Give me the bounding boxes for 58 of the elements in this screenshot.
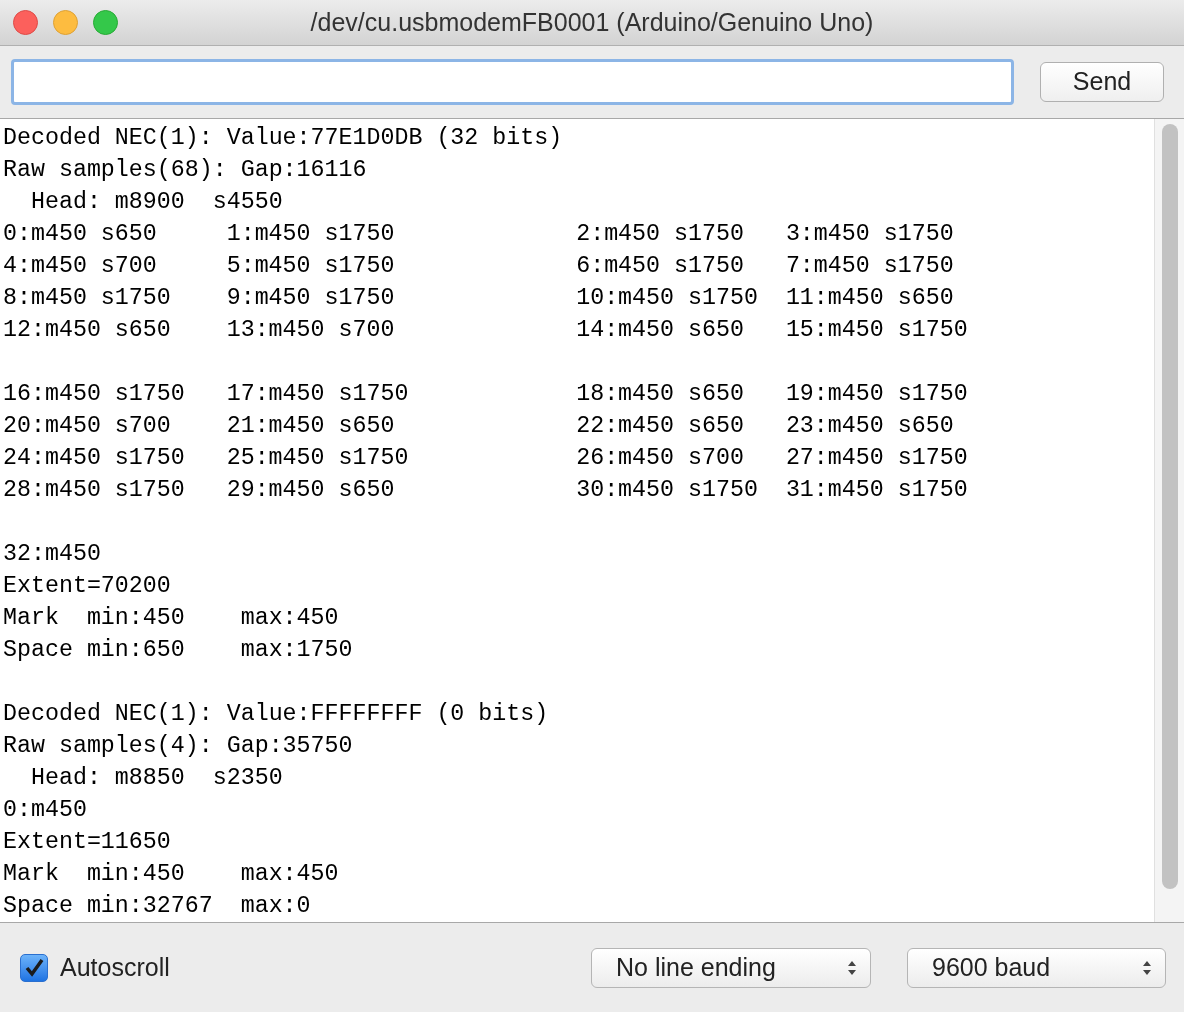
sample-value: 21:m450 s650	[226, 413, 395, 439]
output-line: Decoded NEC(1): Value:77E1D0DB (32 bits)	[3, 124, 563, 153]
sample-value: 11:m450 s650	[785, 285, 954, 311]
output-line: Space min:32767 max:0	[3, 892, 311, 921]
sample-value: 3:m450 s1750	[785, 221, 954, 247]
sample-value: 24:m450 s1750	[3, 445, 185, 471]
zoom-icon[interactable]	[93, 10, 118, 35]
sample-value: 9:m450 s1750	[226, 285, 395, 311]
sample-value: 7:m450 s1750	[785, 253, 954, 279]
checkmark-icon	[23, 956, 45, 979]
sample-value: 16:m450 s1750	[3, 381, 185, 407]
sample-value: 29:m450 s650	[226, 477, 395, 503]
sample-value: 18:m450 s650	[576, 381, 744, 407]
sample-value: 5:m450 s1750	[226, 253, 395, 279]
input-field[interactable]	[11, 59, 1014, 105]
send-button[interactable]: Send	[1040, 62, 1164, 102]
autoscroll-checkbox[interactable]	[20, 953, 48, 982]
autoscroll-label: Autoscroll	[60, 951, 170, 983]
sample-value: 14:m450 s650	[576, 317, 744, 343]
output-line: Head: m8900 s4550	[29, 188, 283, 217]
sample-value: 0:m450 s650	[3, 221, 157, 247]
baud-rate-dropdown[interactable]: 9600 baud	[907, 947, 1166, 988]
line-ending-dropdown[interactable]: No line ending	[591, 947, 871, 988]
output-line: 32:m450	[3, 540, 101, 569]
output-line: Extent=11650	[3, 828, 171, 857]
close-icon[interactable]	[13, 10, 38, 35]
sample-value: 10:m450 s1750	[576, 285, 758, 311]
minimize-icon[interactable]	[53, 10, 78, 35]
sample-value: 1:m450 s1750	[226, 221, 395, 247]
output-line: Mark min:450 max:450	[3, 604, 339, 633]
sample-value: 6:m450 s1750	[576, 253, 744, 279]
sample-value: 23:m450 s650	[785, 413, 954, 439]
output-line: Space min:650 max:1750	[3, 636, 353, 665]
output-line: Extent=70200	[3, 572, 171, 601]
sample-value: 2:m450 s1750	[576, 221, 744, 247]
output-line: Raw samples(68): Gap:16116	[3, 156, 367, 185]
sample-value: 30:m450 s1750	[576, 477, 758, 503]
sample-value: 15:m450 s1750	[785, 317, 968, 343]
scrollbar-thumb[interactable]	[1161, 124, 1178, 889]
sample-value: 25:m450 s1750	[226, 445, 409, 471]
sample-value: 12:m450 s650	[3, 317, 171, 343]
sample-value: 19:m450 s1750	[785, 381, 968, 407]
output-line: Head: m8850 s2350	[29, 764, 283, 793]
sample-value: 28:m450 s1750	[3, 477, 185, 503]
output-line: Mark min:450 max:450	[3, 860, 339, 889]
window-title: /dev/cu.usbmodemFB0001 (Arduino/Genuino Uno)	[310, 6, 874, 38]
sample-value: 4:m450 s700	[3, 253, 157, 279]
output-line: 0:m450	[3, 796, 87, 825]
sample-value: 22:m450 s650	[576, 413, 744, 439]
sample-value: 13:m450 s700	[226, 317, 395, 343]
output-line: Raw samples(4): Gap:35750	[3, 732, 353, 761]
sample-value: 27:m450 s1750	[785, 445, 968, 471]
output-line: Decoded NEC(1): Value:FFFFFFFF (0 bits)	[3, 700, 549, 729]
sample-value: 31:m450 s1750	[785, 477, 968, 503]
sample-value: 26:m450 s700	[576, 445, 744, 471]
sample-value: 17:m450 s1750	[226, 381, 409, 407]
sample-value: 20:m450 s700	[3, 413, 171, 439]
sample-value: 8:m450 s1750	[3, 285, 171, 311]
